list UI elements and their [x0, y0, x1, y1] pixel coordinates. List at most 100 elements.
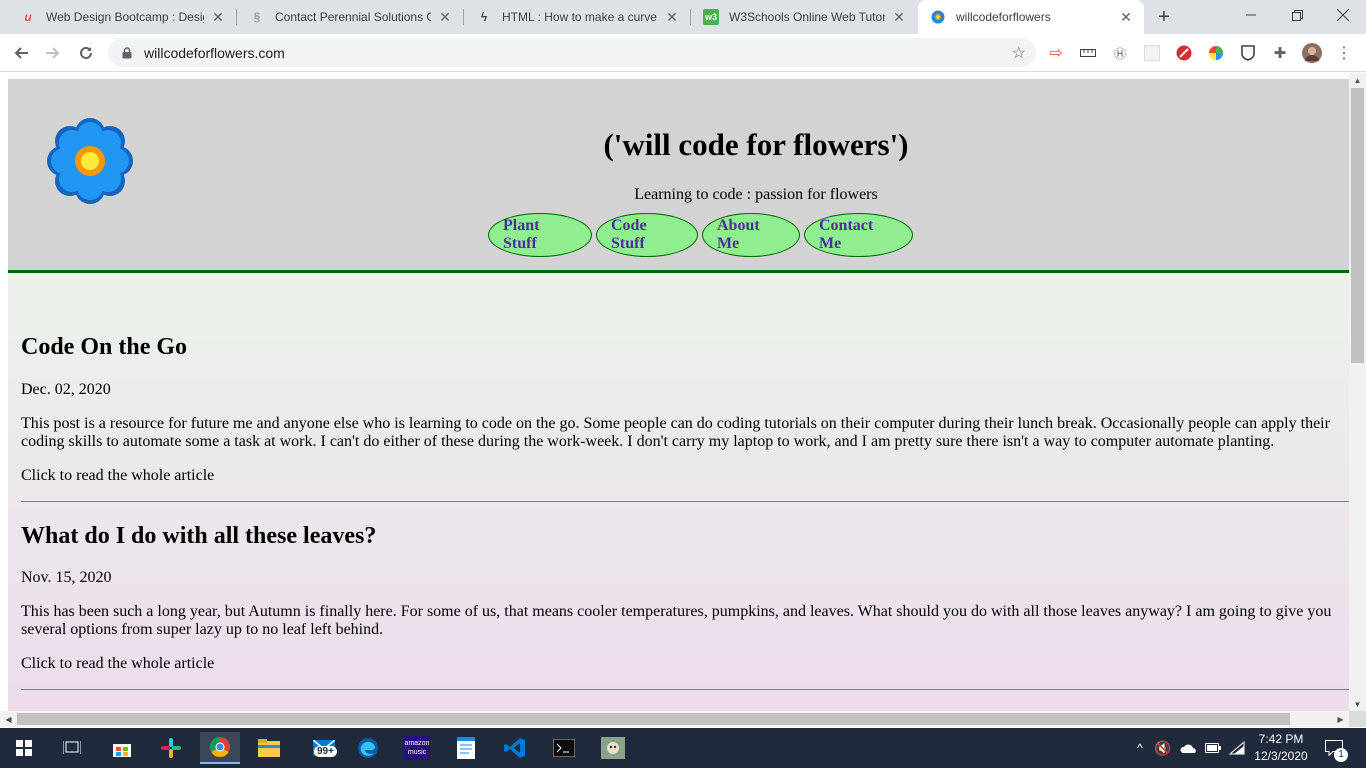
- close-icon[interactable]: ✕: [437, 9, 453, 25]
- scroll-down-icon[interactable]: ▼: [1349, 697, 1366, 711]
- site-tagline: Learning to code : passion for flowers: [634, 186, 878, 203]
- post-date: Dec. 02, 2020: [21, 381, 111, 398]
- scroll-left-icon[interactable]: ◀: [0, 711, 17, 727]
- tab-strip: u Web Design Bootcamp : Design ✕ § Conta…: [0, 0, 1366, 34]
- browser-toolbar: willcodeforflowers.com ☆ ⇨ Ⓗ ✚ ⋮: [0, 34, 1366, 72]
- vscode-icon[interactable]: [495, 732, 535, 764]
- scroll-up-icon[interactable]: ▲: [1349, 73, 1366, 87]
- terminal-icon[interactable]: [544, 732, 584, 764]
- page-viewport: ('will code for flowers') Learning to co…: [0, 73, 1366, 727]
- notification-count: 1: [1334, 748, 1348, 762]
- tab-title: Contact Perennial Solutions On: [275, 10, 431, 24]
- read-more-link[interactable]: Click to read the whole article: [21, 467, 221, 485]
- minimize-icon[interactable]: [1228, 0, 1274, 30]
- address-bar[interactable]: willcodeforflowers.com ☆: [108, 38, 1036, 67]
- task-view-icon[interactable]: [52, 732, 92, 764]
- action-center-icon[interactable]: 1: [1322, 728, 1348, 768]
- tab-title: HTML : How to make a curve li: [502, 10, 658, 24]
- grid-extension-icon[interactable]: [1142, 43, 1162, 63]
- extensions-puzzle-icon[interactable]: ✚: [1270, 43, 1290, 63]
- wifi-icon[interactable]: [1228, 728, 1246, 768]
- profile-avatar[interactable]: [1302, 43, 1322, 63]
- edge-icon[interactable]: [348, 732, 388, 764]
- ruler-extension-icon[interactable]: [1078, 43, 1098, 63]
- nav-plant-stuff[interactable]: Plant Stuff: [488, 213, 592, 257]
- amazon-music-icon[interactable]: amazon music: [397, 732, 437, 764]
- onedrive-cloud-icon[interactable]: [1179, 728, 1199, 768]
- w3schools-icon: w3: [703, 9, 719, 25]
- mail-icon[interactable]: 99+: [304, 732, 344, 764]
- lastpass-extension-icon[interactable]: [1174, 43, 1194, 63]
- site-body: ('will code for flowers') Learning to co…: [8, 79, 1349, 711]
- amazon-music-label: amazon music: [404, 736, 430, 760]
- battery-icon[interactable]: [1204, 728, 1222, 768]
- chrome-icon[interactable]: [200, 732, 240, 764]
- udemy-icon: u: [24, 10, 32, 24]
- slack-icon[interactable]: [151, 732, 191, 764]
- nav-contact-me[interactable]: Contact Me: [804, 213, 913, 257]
- windows-start-icon[interactable]: [4, 732, 44, 764]
- post-excerpt: This post is a resource for future me an…: [21, 415, 1330, 450]
- close-icon[interactable]: ✕: [1118, 9, 1134, 25]
- close-icon[interactable]: ✕: [664, 9, 680, 25]
- store-icon[interactable]: [102, 732, 142, 764]
- tab-contact-perennial[interactable]: § Contact Perennial Solutions On ✕: [237, 0, 463, 34]
- horizontal-scroll-thumb[interactable]: [17, 713, 1290, 725]
- notepad-icon[interactable]: [446, 732, 486, 764]
- nav-about-me[interactable]: About Me: [702, 213, 800, 257]
- system-clock[interactable]: 7:42 PM 12/3/2020: [1248, 731, 1314, 765]
- generic-site-icon: §: [253, 10, 261, 24]
- url-text[interactable]: willcodeforflowers.com: [144, 45, 285, 61]
- mail-badge: 99+: [314, 746, 337, 757]
- lock-icon[interactable]: [120, 46, 134, 60]
- scrollbar-corner: [1349, 711, 1366, 727]
- nav-code-stuff[interactable]: Code Stuff: [596, 213, 698, 257]
- volume-muted-icon[interactable]: 🔇: [1154, 728, 1172, 768]
- post-divider: [21, 689, 1349, 690]
- site-title: ('will code for flowers'): [603, 127, 909, 162]
- close-icon[interactable]: ✕: [891, 9, 907, 25]
- bookmark-star-icon[interactable]: ☆: [1012, 43, 1026, 63]
- post-excerpt: This has been such a long year, but Autu…: [21, 603, 1332, 638]
- bolt-icon: ϟ: [480, 10, 488, 24]
- read-more-link[interactable]: Click to read the whole article: [21, 655, 221, 673]
- new-tab-button[interactable]: +: [1152, 5, 1176, 29]
- horizontal-scrollbar[interactable]: ◀ ▶: [0, 711, 1349, 727]
- file-explorer-icon[interactable]: [249, 732, 289, 764]
- window-close-icon[interactable]: [1320, 0, 1366, 30]
- close-icon[interactable]: ✕: [210, 9, 226, 25]
- bitwarden-extension-icon[interactable]: [1238, 43, 1258, 63]
- photos-app-icon[interactable]: [593, 732, 633, 764]
- post-title-text: What do I do with all these leaves?: [21, 523, 377, 549]
- reload-icon[interactable]: [72, 39, 100, 67]
- tab-title: Web Design Bootcamp : Design: [46, 10, 204, 24]
- clock-date: 12/3/2020: [1254, 749, 1308, 763]
- h-extension-icon[interactable]: Ⓗ: [1110, 43, 1130, 63]
- tab-title: W3Schools Online Web Tutoria: [729, 10, 885, 24]
- show-hidden-icons[interactable]: ^: [1132, 728, 1148, 768]
- vertical-scroll-thumb[interactable]: [1351, 88, 1364, 363]
- tab-w3schools[interactable]: w3 W3Schools Online Web Tutoria ✕: [691, 0, 917, 34]
- tab-html-curve[interactable]: ϟ HTML : How to make a curve li ✕: [464, 0, 690, 34]
- site-header: ('will code for flowers') Learning to co…: [8, 79, 1349, 273]
- forward-icon[interactable]: [39, 39, 67, 67]
- tab-willcodeforflowers[interactable]: willcodeforflowers ✕: [918, 0, 1144, 34]
- site-nav: Plant Stuff Code Stuff About Me Contact …: [488, 213, 913, 257]
- tab-title: willcodeforflowers: [956, 10, 1051, 24]
- restore-icon[interactable]: [1274, 0, 1320, 30]
- color-picker-extension-icon[interactable]: [1206, 43, 1226, 63]
- clock-time: 7:42 PM: [1258, 732, 1304, 746]
- tab-web-design-bootcamp[interactable]: u Web Design Bootcamp : Design ✕: [8, 0, 236, 34]
- vertical-scrollbar[interactable]: ▲ ▼: [1349, 73, 1366, 711]
- menu-kebab-icon[interactable]: ⋮: [1334, 43, 1354, 63]
- flower-icon: [930, 9, 946, 25]
- post-title: Code On the Go: [21, 334, 1341, 361]
- post-divider: [21, 501, 1349, 502]
- scroll-right-icon[interactable]: ▶: [1332, 711, 1349, 727]
- back-icon[interactable]: [7, 39, 35, 67]
- taskbar: 99+ amazon music ^ 🔇 7:42 PM 12/3/2020 1: [0, 728, 1366, 768]
- share-extension-icon[interactable]: ⇨: [1046, 43, 1066, 63]
- post-title: What do I do with all these leaves?: [21, 523, 1341, 550]
- post-date: Nov. 15, 2020: [21, 569, 112, 586]
- post-title-text: Code On the Go: [21, 334, 188, 360]
